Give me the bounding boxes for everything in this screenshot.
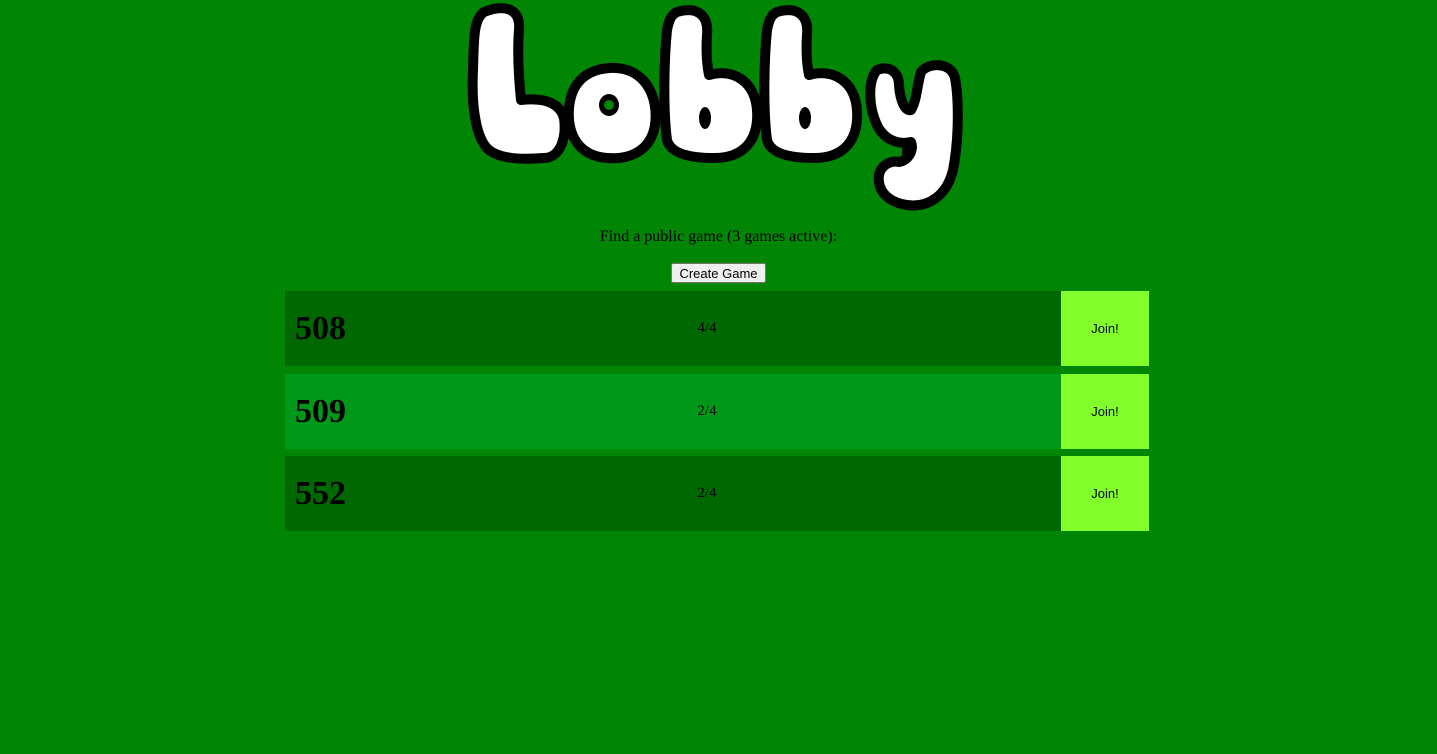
lobby-logo-image <box>467 3 963 211</box>
game-row: 508 4/4 Join! <box>285 291 1149 366</box>
game-row-info: 509 <box>285 373 1061 449</box>
lobby-page: Find a public game (3 games active): Cre… <box>0 0 1437 754</box>
game-id: 509 <box>295 392 346 430</box>
game-row: 552 2/4 Join! <box>285 456 1149 531</box>
game-row-info: 552 <box>285 456 1061 531</box>
create-game-button[interactable]: Create Game <box>671 263 766 283</box>
join-button[interactable]: Join! <box>1061 456 1149 531</box>
join-button[interactable]: Join! <box>1061 373 1149 449</box>
game-id: 552 <box>295 475 346 512</box>
lobby-subtitle: Find a public game (3 games active): <box>599 228 838 245</box>
create-game-wrapper: Create Game <box>0 263 1437 283</box>
game-list: 508 4/4 Join! 509 2/4 Join! 552 2/4 Join… <box>285 291 1149 539</box>
join-button[interactable]: Join! <box>1061 291 1149 366</box>
game-id: 508 <box>295 310 346 347</box>
game-row-info: 508 <box>285 291 1061 366</box>
lobby-logo <box>0 0 1437 215</box>
game-row: 509 2/4 Join! <box>285 373 1149 449</box>
